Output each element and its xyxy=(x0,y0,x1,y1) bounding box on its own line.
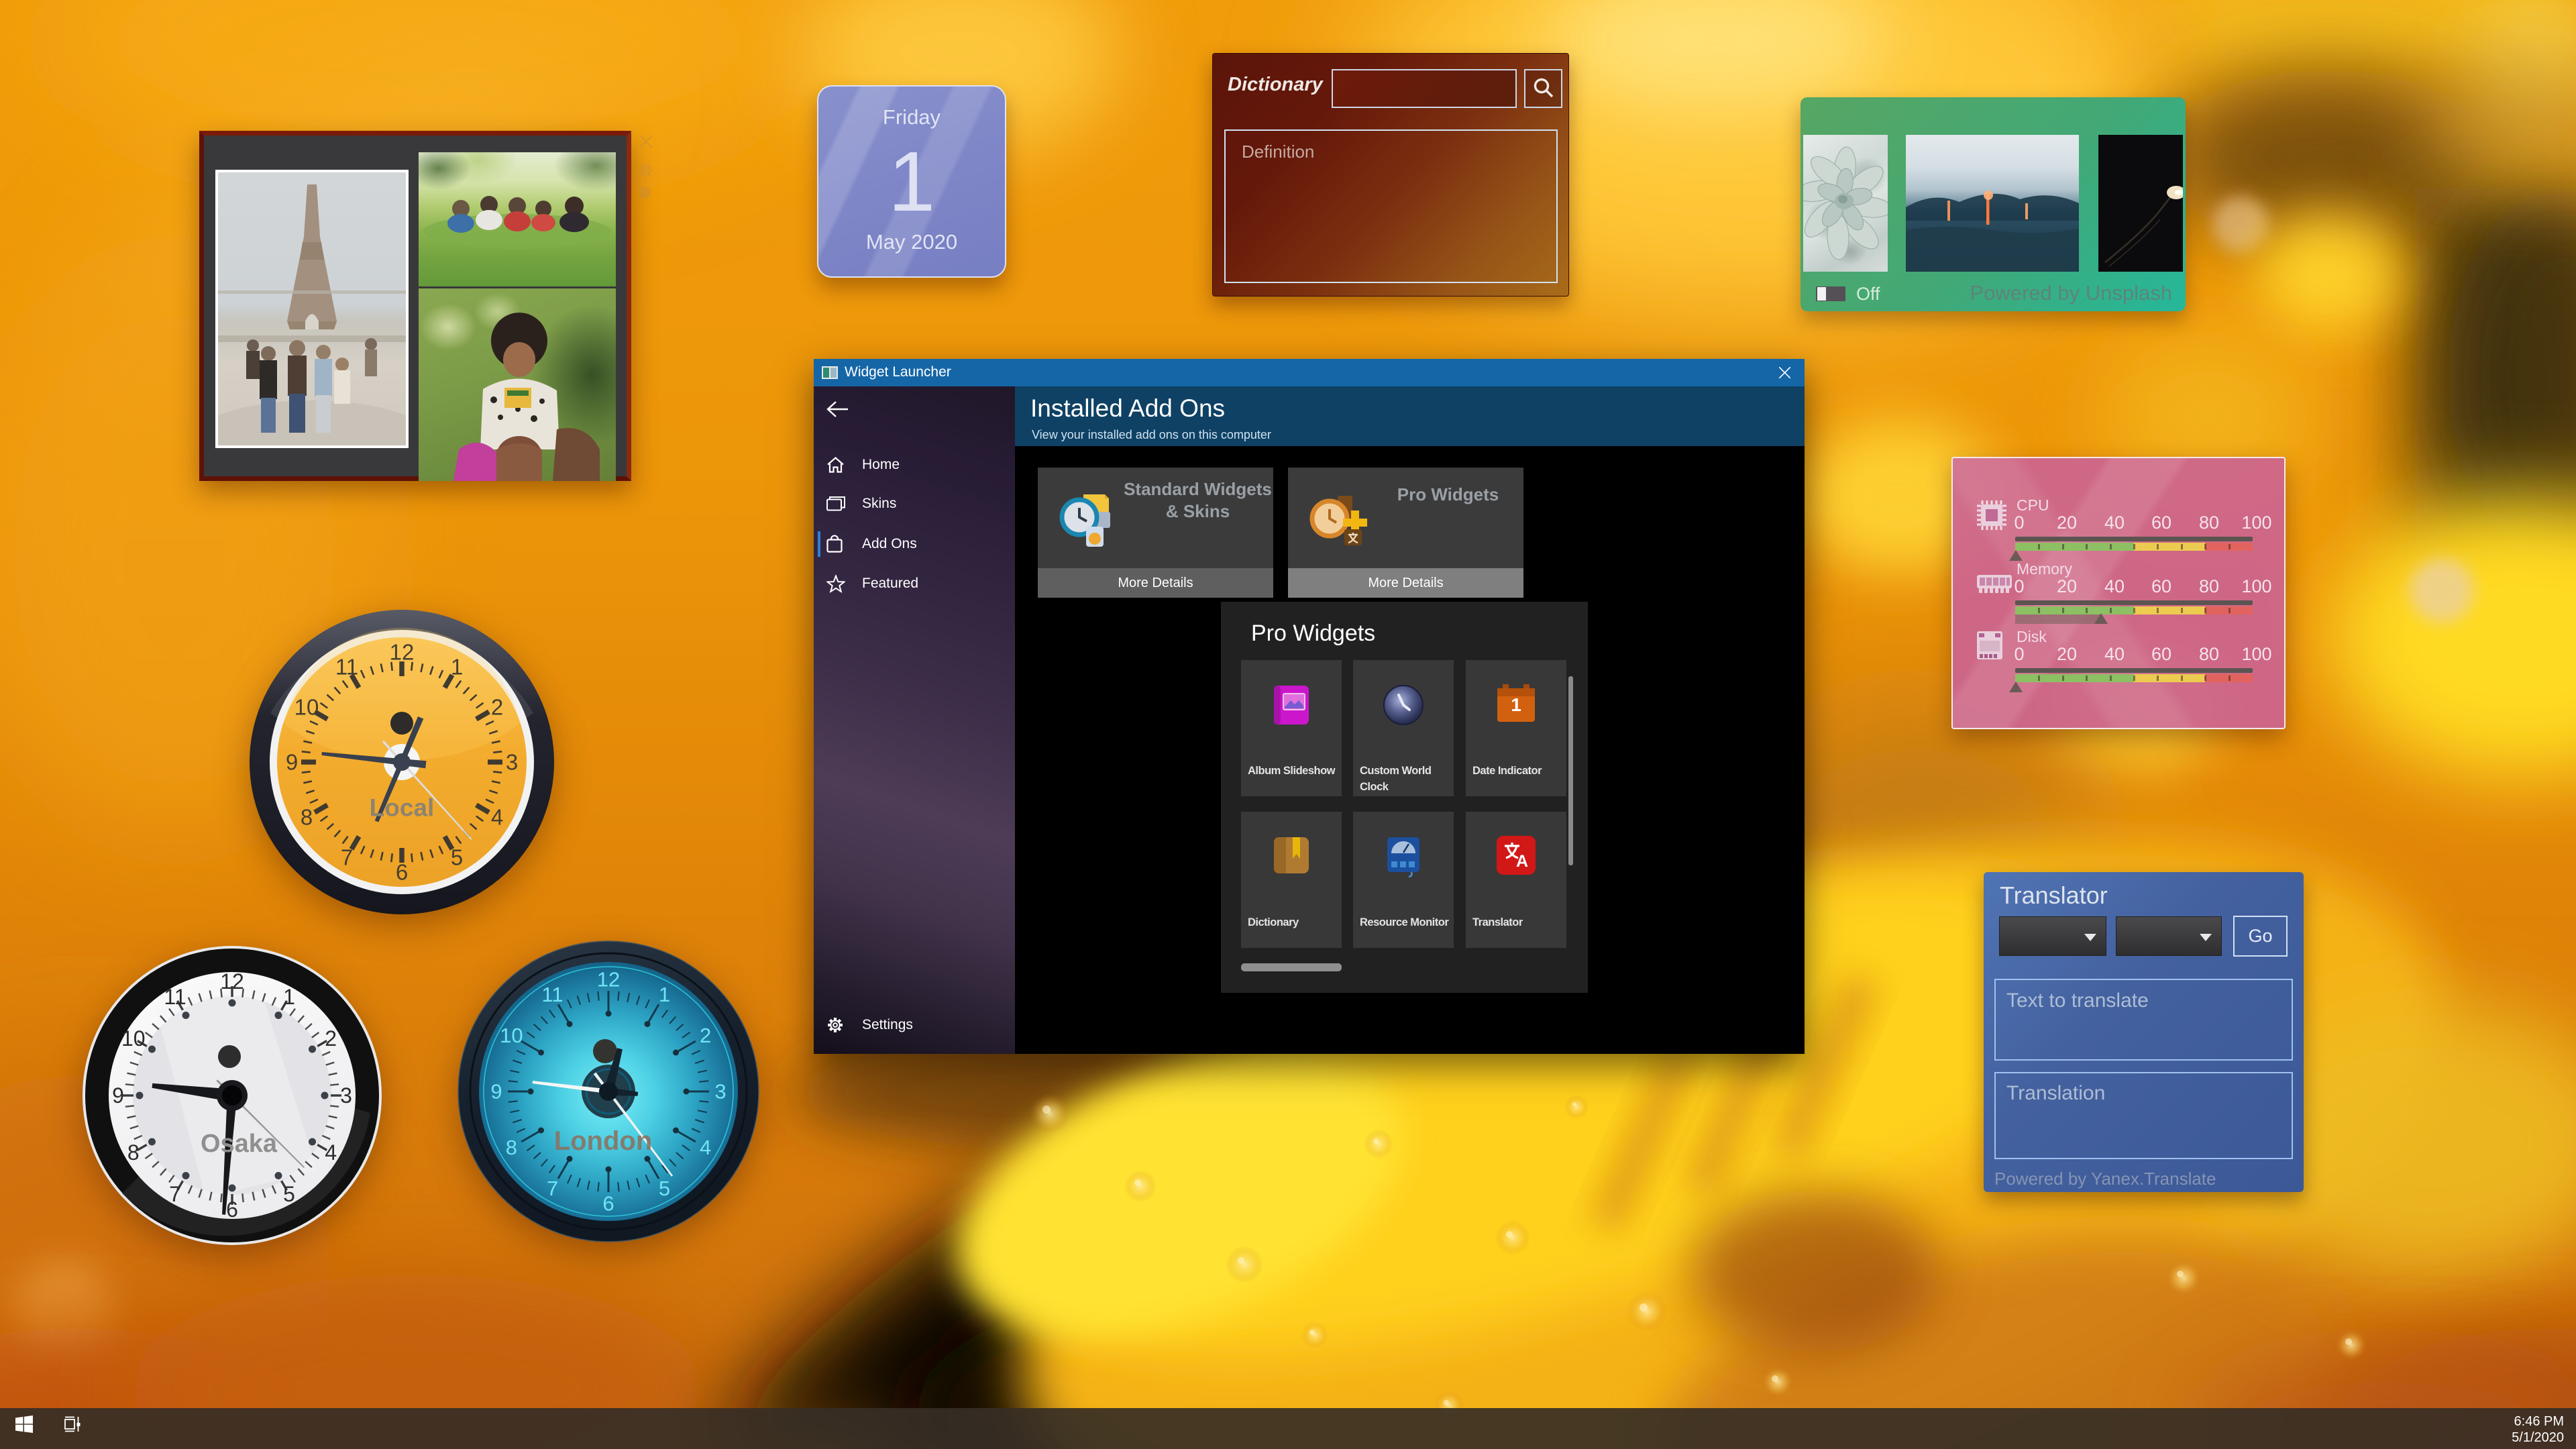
svg-text:10: 10 xyxy=(500,1024,523,1047)
svg-text:London: London xyxy=(554,1126,653,1156)
svg-text:1: 1 xyxy=(1511,694,1521,715)
svg-text:7: 7 xyxy=(169,1182,181,1206)
svg-text:6: 6 xyxy=(226,1197,238,1222)
svg-text:12: 12 xyxy=(390,640,415,665)
svg-text:10: 10 xyxy=(121,1026,146,1051)
svg-text:1: 1 xyxy=(659,983,670,1006)
svg-text:9: 9 xyxy=(490,1080,502,1104)
svg-text:10: 10 xyxy=(294,695,319,720)
svg-text:1: 1 xyxy=(283,985,295,1009)
svg-text:8: 8 xyxy=(127,1140,140,1165)
svg-text:11: 11 xyxy=(164,985,186,1009)
svg-text:4: 4 xyxy=(325,1140,337,1165)
svg-text:3: 3 xyxy=(340,1083,352,1108)
svg-text:6: 6 xyxy=(602,1192,614,1216)
svg-text:4: 4 xyxy=(700,1136,711,1159)
svg-text:3: 3 xyxy=(714,1080,726,1104)
svg-text:2: 2 xyxy=(491,695,503,720)
svg-text:7: 7 xyxy=(341,845,353,870)
svg-text:1: 1 xyxy=(451,655,463,680)
svg-text:A: A xyxy=(1516,852,1528,871)
svg-text:9: 9 xyxy=(286,750,298,775)
svg-text:2: 2 xyxy=(700,1024,711,1047)
svg-text:3: 3 xyxy=(506,750,518,775)
svg-text:6: 6 xyxy=(396,860,408,885)
svg-text:11: 11 xyxy=(335,655,358,680)
svg-text:5: 5 xyxy=(283,1182,295,1206)
svg-text:5: 5 xyxy=(659,1177,670,1200)
svg-text:2: 2 xyxy=(325,1026,337,1051)
svg-text:12: 12 xyxy=(597,968,620,991)
svg-text:5: 5 xyxy=(451,845,463,870)
svg-text:Local: Local xyxy=(370,794,435,822)
svg-text:7: 7 xyxy=(547,1177,558,1200)
svg-text:12: 12 xyxy=(220,969,244,994)
svg-text:11: 11 xyxy=(541,983,563,1006)
svg-text:Osaka: Osaka xyxy=(201,1130,278,1158)
svg-text:9: 9 xyxy=(112,1083,124,1108)
svg-text:8: 8 xyxy=(301,805,313,830)
svg-text:4: 4 xyxy=(491,805,503,830)
svg-text:8: 8 xyxy=(506,1136,517,1159)
